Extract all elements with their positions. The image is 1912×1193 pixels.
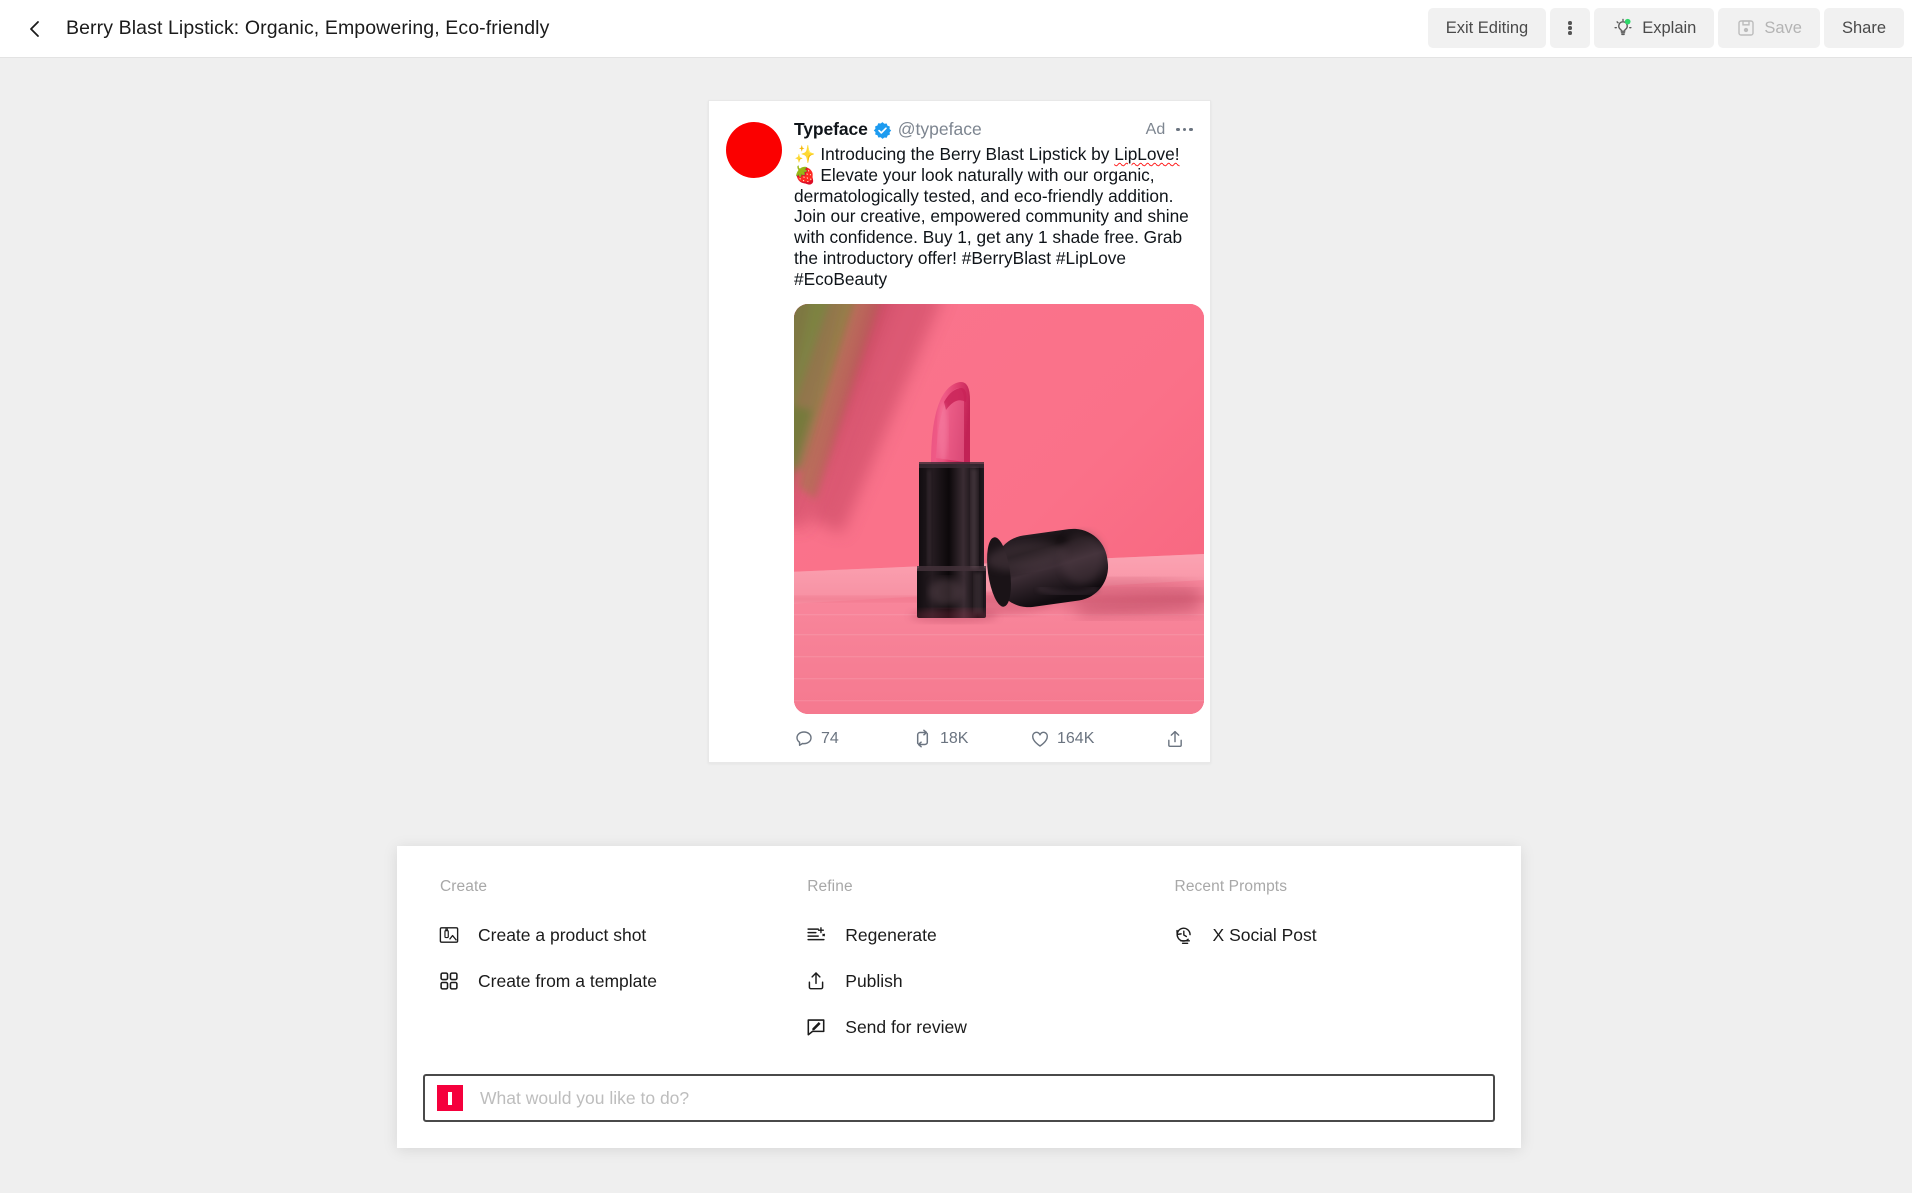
retweet-count: 18K	[940, 729, 969, 747]
menu-item-label: Publish	[845, 970, 903, 991]
regenerate-icon	[804, 923, 828, 947]
page-title: Berry Blast Lipstick: Organic, Empowerin…	[66, 17, 550, 39]
exit-editing-button[interactable]: Exit Editing	[1427, 8, 1547, 48]
menu-item-create-from-template[interactable]: Create from a template	[423, 958, 790, 1004]
menu-item-label: X Social Post	[1212, 924, 1317, 945]
recent-history-icon	[1172, 923, 1196, 947]
menu-item-label: Send for review	[845, 1016, 967, 1037]
menu-item-label: Regenerate	[845, 924, 937, 945]
menu-item-publish[interactable]: Publish	[790, 958, 1157, 1004]
command-column-recent-prompts: Recent Prompts X Social Post	[1158, 878, 1495, 1050]
menu-item-create-product-shot[interactable]: Create a product shot	[423, 912, 790, 958]
retweet-action[interactable]: 18K	[912, 728, 1030, 749]
save-button[interactable]: Save	[1718, 8, 1820, 48]
more-options-button[interactable]	[1550, 8, 1591, 48]
post-media-image[interactable]	[794, 303, 1204, 714]
explain-label: Explain	[1642, 18, 1697, 37]
share-button[interactable]: Share	[1823, 8, 1904, 48]
author-handle: @typeface	[897, 119, 982, 139]
template-grid-icon	[437, 969, 461, 993]
post-text-misspelled: LipLove!	[1114, 144, 1180, 164]
top-app-bar: Berry Blast Lipstick: Organic, Empowerin…	[0, 0, 1912, 58]
column-heading-create: Create	[440, 878, 488, 895]
post-engagement-bar: 74 18K 164K	[794, 718, 1193, 762]
publish-upload-icon	[804, 969, 828, 993]
menu-item-recent-x-social-post[interactable]: X Social Post	[1158, 912, 1495, 958]
topbar-actions: Exit Editing Explain Save Share	[1427, 8, 1904, 48]
reply-count: 74	[821, 729, 839, 747]
like-action[interactable]: 164K	[1030, 729, 1148, 749]
post-text-part-2: 🍓 Elevate your look naturally with our o…	[794, 164, 1189, 289]
share-action[interactable]	[1165, 729, 1185, 749]
product-shot-icon	[437, 923, 461, 947]
post-text-part-1: ✨ Introducing the Berry Blast Lipstick b…	[794, 144, 1115, 164]
command-column-create: Create Create a product shot Create from…	[423, 878, 790, 1050]
menu-item-label: Create from a template	[478, 970, 657, 991]
back-button[interactable]	[14, 8, 56, 50]
verified-badge-icon	[873, 121, 892, 140]
command-columns: Create Create a product shot Create from…	[423, 878, 1495, 1050]
command-panel: Create Create a product shot Create from…	[397, 846, 1521, 1148]
chevron-left-icon	[30, 20, 39, 37]
lightbulb-idea-icon	[1612, 17, 1634, 39]
share-label: Share	[1841, 18, 1886, 37]
canvas-stage: Typeface @typeface Ad ✨ Introducing the …	[0, 58, 1912, 1193]
social-post-preview-card[interactable]: Typeface @typeface Ad ✨ Introducing the …	[708, 100, 1211, 763]
ad-badge: Ad	[1146, 121, 1193, 139]
menu-item-regenerate[interactable]: Regenerate	[790, 912, 1157, 958]
post-author-row: Typeface @typeface Ad	[794, 119, 1193, 140]
retweet-icon	[916, 729, 929, 748]
save-label: Save	[1764, 18, 1802, 37]
prompt-input[interactable]	[478, 1086, 1481, 1110]
reply-icon	[796, 730, 812, 746]
post-text: ✨ Introducing the Berry Blast Lipstick b…	[794, 144, 1193, 290]
heart-icon	[1032, 731, 1048, 747]
like-count: 164K	[1057, 729, 1095, 747]
avatar	[726, 122, 782, 178]
ad-label-text: Ad	[1145, 120, 1166, 138]
share-upload-icon	[1168, 730, 1182, 747]
menu-item-label: Create a product shot	[478, 924, 647, 945]
author-display-name: Typeface	[794, 119, 868, 139]
kebab-menu-icon	[1568, 20, 1572, 37]
typeface-logo-icon	[437, 1085, 463, 1111]
column-heading-recent-prompts: Recent Prompts	[1174, 878, 1288, 895]
prompt-input-container[interactable]	[423, 1074, 1495, 1122]
exit-editing-label: Exit Editing	[1445, 18, 1529, 37]
explain-button[interactable]: Explain	[1594, 8, 1715, 48]
post-header: Typeface @typeface Ad ✨ Introducing the …	[726, 119, 1204, 762]
column-heading-refine: Refine	[807, 878, 853, 895]
menu-item-send-for-review[interactable]: Send for review	[790, 1004, 1157, 1050]
more-options-icon[interactable]	[1174, 124, 1193, 136]
send-for-review-icon	[804, 1015, 828, 1039]
floppy-disk-icon	[1736, 18, 1756, 38]
command-column-refine: Refine Regenerate Publish Send for revie…	[790, 878, 1157, 1050]
reply-action[interactable]: 74	[794, 729, 912, 749]
